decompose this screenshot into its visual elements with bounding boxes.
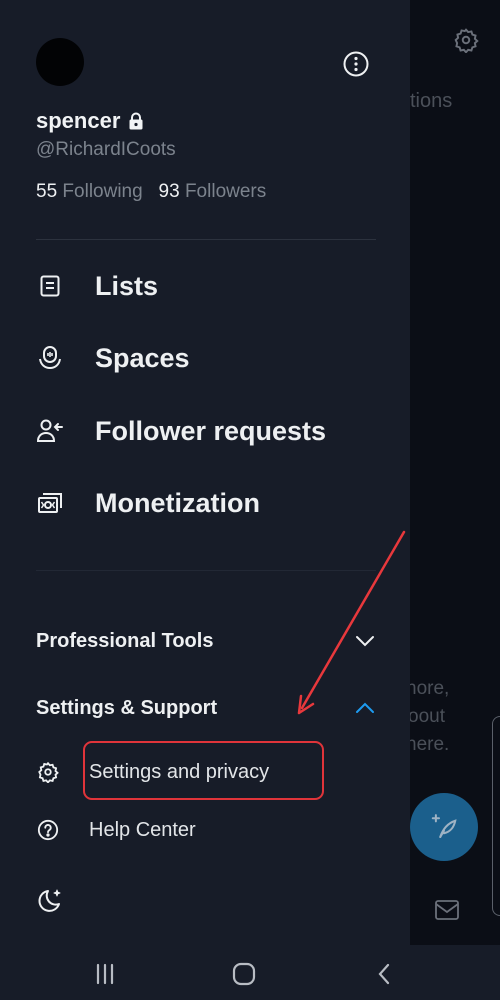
annotation-highlight-box — [83, 741, 324, 800]
settings-support-toggle[interactable]: Settings & Support — [36, 692, 376, 724]
scroll-edge — [492, 716, 500, 916]
display-name-text: spencer — [36, 108, 121, 133]
nav-item-label: Spaces — [95, 342, 190, 373]
help-icon — [36, 818, 60, 842]
following-count: 55 — [36, 181, 58, 202]
followers-count: 93 — [158, 181, 180, 202]
background-app: tions nore, oout nere. — [410, 0, 500, 945]
background-text: nore, — [410, 678, 450, 699]
background-text: tions — [410, 90, 453, 112]
compose-post-icon — [431, 814, 457, 838]
display-name[interactable]: spencer — [36, 108, 144, 134]
spaces-icon — [36, 344, 64, 372]
background-text: nere. — [410, 734, 450, 755]
section-label: Settings & Support — [36, 696, 218, 719]
navigation-drawer: spencer @RichardICoots 55 Following 93 F… — [0, 0, 410, 945]
system-navigation-bar — [0, 945, 500, 1000]
follower-requests-icon — [36, 417, 64, 445]
more-options-icon[interactable] — [342, 50, 370, 78]
moon-icon[interactable] — [36, 887, 64, 915]
following-label: Following — [62, 181, 143, 202]
recents-icon — [96, 963, 114, 985]
home-icon — [232, 962, 256, 986]
avatar[interactable] — [36, 38, 84, 86]
professional-tools-toggle[interactable]: Professional Tools — [36, 625, 376, 657]
list-icon — [36, 272, 64, 300]
gear-icon[interactable] — [453, 27, 479, 53]
nav-item-follower-requests[interactable]: Follower requests — [36, 411, 326, 451]
divider — [36, 570, 376, 571]
following-link[interactable]: 55 Following — [36, 181, 143, 202]
section-label: Professional Tools — [36, 629, 214, 652]
gear-icon — [36, 760, 60, 784]
help-center-label: Help Center — [89, 818, 196, 841]
lock-icon — [129, 112, 143, 130]
nav-item-spaces[interactable]: Spaces — [36, 338, 190, 378]
followers-label: Followers — [184, 181, 267, 202]
background-text: oout — [410, 706, 445, 727]
nav-item-label: Lists — [95, 270, 159, 301]
back-button[interactable] — [369, 961, 399, 987]
compose-post-button[interactable] — [410, 793, 478, 861]
mail-icon[interactable] — [434, 898, 460, 922]
nav-item-label: Monetization — [95, 487, 260, 518]
user-handle: @RichardICoots — [36, 139, 176, 160]
follow-stats: 55 Following 93 Followers — [36, 181, 266, 203]
monetization-icon — [36, 489, 64, 517]
nav-item-lists[interactable]: Lists — [36, 266, 158, 306]
nav-item-monetization[interactable]: Monetization — [36, 483, 260, 523]
chevron-down-icon — [356, 636, 374, 647]
recents-button[interactable] — [90, 961, 120, 987]
back-icon — [378, 963, 390, 985]
nav-item-label: Follower requests — [95, 415, 327, 446]
chevron-up-icon — [356, 702, 374, 713]
divider — [36, 239, 376, 240]
help-center-item[interactable]: Help Center — [36, 814, 196, 846]
followers-link[interactable]: 93 Followers — [159, 181, 267, 202]
home-button[interactable] — [229, 961, 259, 987]
